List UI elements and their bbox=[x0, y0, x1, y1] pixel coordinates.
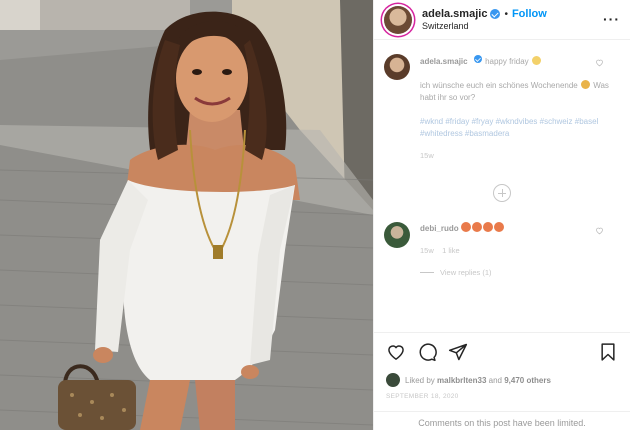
post-date: SEPTEMBER 18, 2020 bbox=[386, 393, 459, 400]
caption-avatar[interactable] bbox=[384, 54, 410, 80]
comment-icon[interactable] bbox=[417, 342, 437, 362]
comment-time: 15w bbox=[420, 246, 434, 255]
post-actions: Liked by malkbrlten33 and 9,470 others S… bbox=[374, 332, 630, 400]
view-replies[interactable]: View replies (1) bbox=[420, 267, 620, 279]
post-sidebar: adela.smajic • Follow Switzerland ··· ad… bbox=[373, 0, 630, 430]
smile-emoji-icon bbox=[580, 80, 590, 89]
replies-divider bbox=[420, 272, 434, 273]
verified-badge-icon bbox=[473, 55, 482, 63]
comment-meta: 15w 1 like bbox=[420, 245, 620, 257]
comments-limited-notice: Comments on this post have been limited. bbox=[374, 411, 630, 428]
post-header: adela.smajic • Follow Switzerland ··· bbox=[374, 0, 630, 40]
emoji-icon bbox=[472, 222, 483, 232]
emoji-icon bbox=[483, 222, 494, 232]
liker-avatar[interactable] bbox=[386, 373, 400, 387]
author-username[interactable]: adela.smajic bbox=[422, 8, 487, 21]
liked-by-user[interactable]: malkbrlten33 bbox=[437, 376, 486, 385]
liked-by-and: and bbox=[488, 375, 502, 385]
emoji-icon bbox=[494, 222, 505, 232]
sun-emoji-icon bbox=[531, 56, 541, 65]
heart-icon[interactable] bbox=[386, 342, 406, 362]
follow-button[interactable]: Follow bbox=[512, 8, 547, 21]
comments-section: adela.smajic happy friday ich wünsche eu… bbox=[374, 40, 630, 332]
view-replies-label[interactable]: View replies (1) bbox=[440, 268, 492, 277]
caption-hashtags[interactable]: #wknd #friday #fryay #wkndvibes #schweiz… bbox=[420, 117, 598, 138]
comment-item: debi_rudo 15w 1 like View replies (1) bbox=[384, 222, 620, 279]
caption-heart-icon[interactable] bbox=[595, 58, 604, 67]
liked-by: Liked by malkbrlten33 and 9,470 others bbox=[386, 373, 618, 387]
caption-body: adela.smajic happy friday ich wünsche eu… bbox=[420, 54, 620, 162]
author-avatar[interactable] bbox=[384, 5, 412, 34]
author-line: adela.smajic • Follow bbox=[422, 8, 547, 21]
separator-dot: • bbox=[504, 8, 508, 20]
verified-badge-icon bbox=[490, 9, 501, 20]
caption-text-1: happy friday bbox=[485, 57, 529, 66]
post-photo[interactable] bbox=[0, 0, 373, 430]
commenter-username[interactable]: debi_rudo bbox=[420, 224, 459, 233]
action-icons bbox=[386, 341, 618, 363]
emoji-icon bbox=[461, 222, 472, 232]
liked-by-others[interactable]: 9,470 others bbox=[504, 376, 551, 385]
post-location[interactable]: Switzerland bbox=[422, 21, 547, 31]
post-photo-illustration bbox=[0, 0, 373, 430]
caption-time: 15w bbox=[420, 151, 434, 160]
load-more-comments-icon[interactable] bbox=[493, 184, 511, 202]
paper-plane-icon[interactable] bbox=[448, 342, 468, 362]
commenter-avatar[interactable] bbox=[384, 222, 410, 248]
caption-text-2: ich wünsche euch ein schönes Wochenende bbox=[420, 81, 578, 90]
bookmark-icon[interactable] bbox=[598, 342, 618, 362]
comment-likes[interactable]: 1 like bbox=[442, 246, 460, 255]
comment-body: debi_rudo 15w 1 like View replies (1) bbox=[420, 222, 620, 279]
comment-heart-icon[interactable] bbox=[595, 226, 604, 235]
caption-username[interactable]: adela.smajic bbox=[420, 57, 468, 66]
liked-by-prefix: Liked by bbox=[405, 375, 435, 385]
author-info: adela.smajic • Follow Switzerland bbox=[422, 8, 547, 31]
caption: adela.smajic happy friday ich wünsche eu… bbox=[384, 54, 620, 162]
more-options-icon[interactable]: ··· bbox=[603, 12, 620, 26]
